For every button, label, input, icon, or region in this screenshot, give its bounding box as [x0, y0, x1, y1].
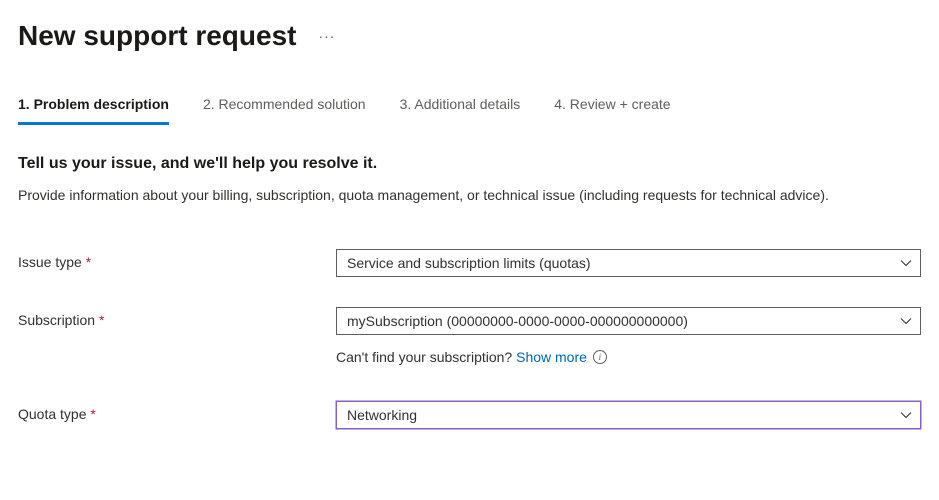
subscription-value: mySubscription (00000000-0000-0000-00000…	[347, 313, 688, 329]
quota-type-select[interactable]: Networking	[336, 401, 921, 429]
tab-recommended-solution[interactable]: 2. Recommended solution	[203, 96, 366, 125]
tab-additional-details[interactable]: 3. Additional details	[400, 96, 521, 125]
chevron-down-icon	[900, 409, 912, 421]
subscription-select[interactable]: mySubscription (00000000-0000-0000-00000…	[336, 307, 921, 335]
tab-review-create[interactable]: 4. Review + create	[554, 96, 670, 125]
issue-type-value: Service and subscription limits (quotas)	[347, 255, 591, 271]
subscription-hint: Can't find your subscription? Show more …	[336, 349, 607, 365]
section-description: Provide information about your billing, …	[18, 185, 918, 205]
section-heading: Tell us your issue, and we'll help you r…	[18, 155, 921, 173]
tab-problem-description[interactable]: 1. Problem description	[18, 96, 169, 125]
chevron-down-icon	[900, 315, 912, 327]
issue-type-select[interactable]: Service and subscription limits (quotas)	[336, 249, 921, 277]
page-title: New support request	[18, 20, 296, 52]
quota-type-label: Quota type *	[18, 401, 336, 422]
more-actions-button[interactable]: ···	[314, 24, 339, 48]
issue-type-label: Issue type *	[18, 249, 336, 270]
chevron-down-icon	[900, 257, 912, 269]
quota-type-value: Networking	[347, 407, 417, 423]
info-icon[interactable]: i	[593, 350, 607, 364]
subscription-label: Subscription *	[18, 307, 336, 328]
show-more-link[interactable]: Show more	[516, 349, 587, 365]
wizard-tabs: 1. Problem description 2. Recommended so…	[18, 96, 921, 125]
